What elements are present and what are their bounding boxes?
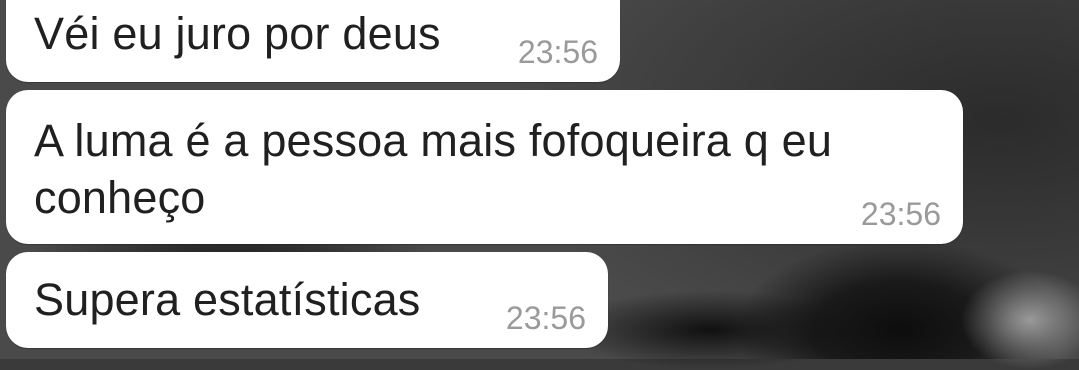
message-text: Supera estatísticas bbox=[34, 274, 421, 325]
message-bubble[interactable]: A luma é a pessoa mais fofoqueira q eu c… bbox=[6, 90, 963, 244]
wallpaper-highlight bbox=[960, 270, 1079, 370]
message-text: Véi eu juro por deus bbox=[34, 8, 441, 59]
message-bubble[interactable]: Supera estatísticas 23:56 bbox=[6, 252, 608, 348]
message-timestamp: 23:56 bbox=[860, 196, 941, 232]
message-bubble[interactable]: Véi eu juro por deus 23:56 bbox=[6, 0, 620, 82]
message-text: A luma é a pessoa mais fofoqueira q eu c… bbox=[34, 115, 833, 223]
message-timestamp: 23:56 bbox=[505, 300, 586, 336]
message-timestamp: 23:56 bbox=[517, 34, 598, 70]
